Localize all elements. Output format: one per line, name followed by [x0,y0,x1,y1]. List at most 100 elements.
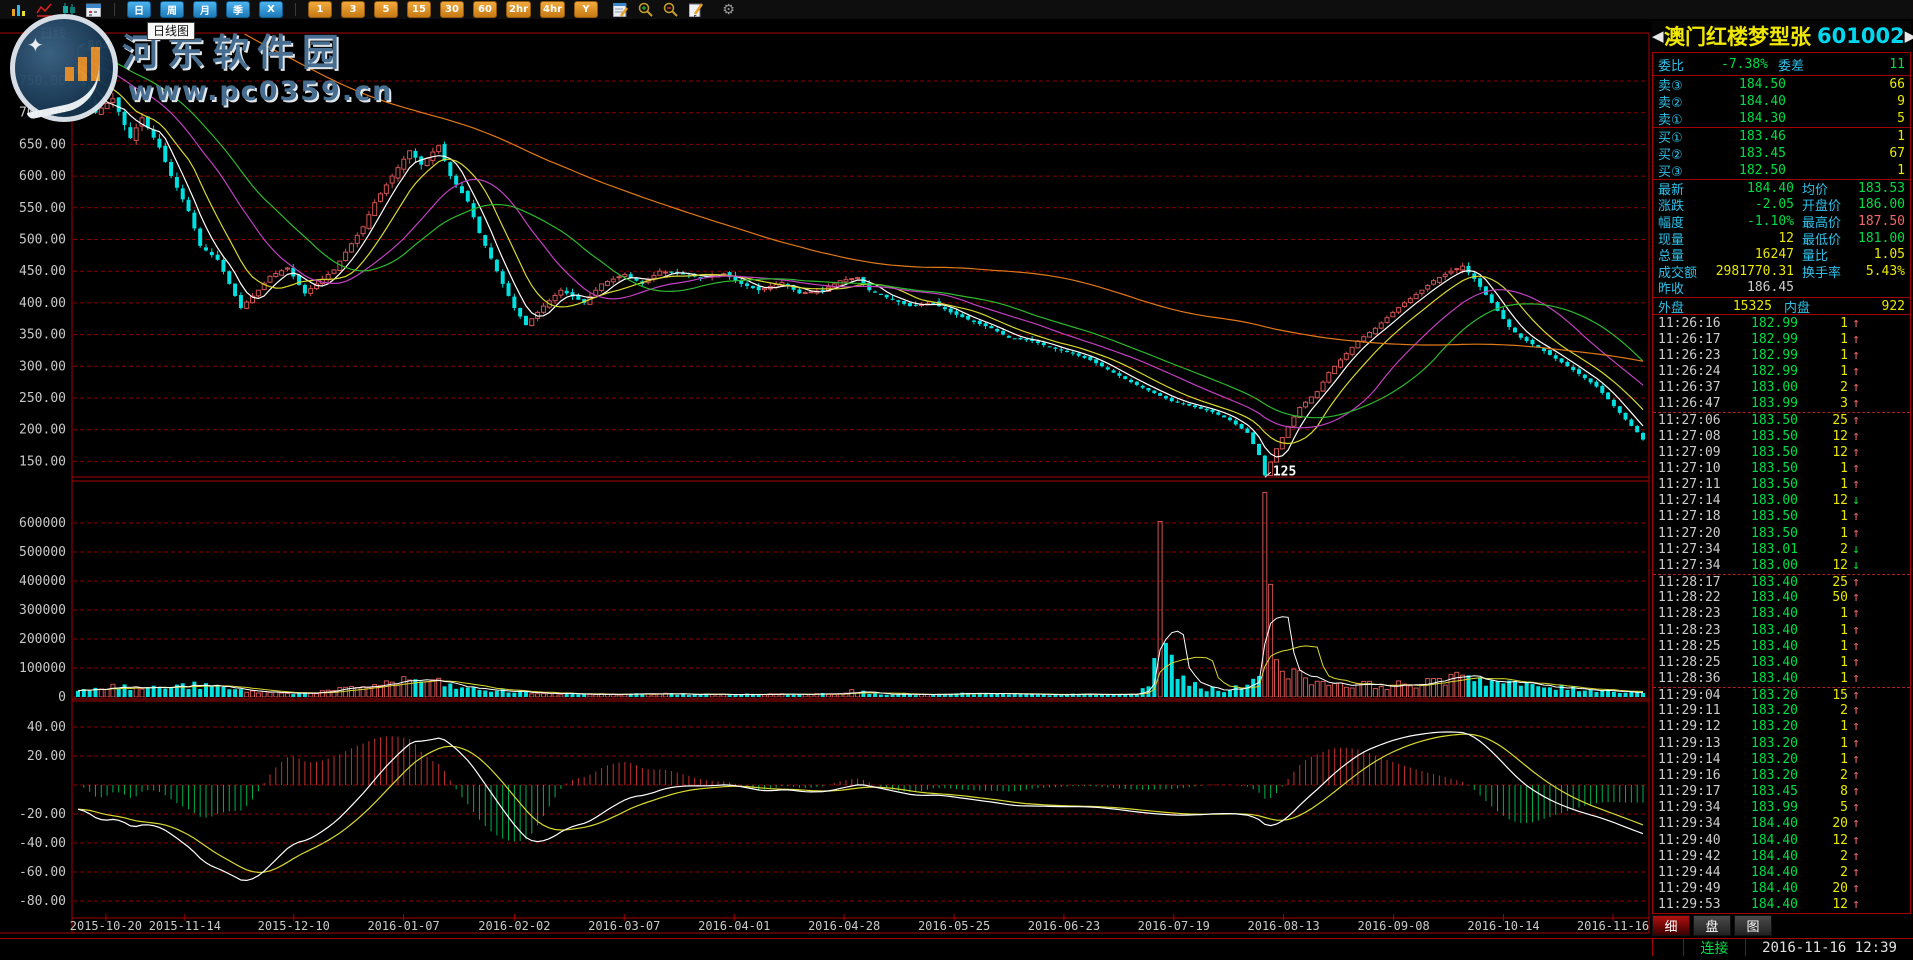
tick-row: 11:29:53184.4012↑ [1653,897,1910,913]
period-button-30[interactable]: 30 [440,1,464,18]
tick-price: 183.40 [1720,575,1798,590]
stat-row: 幅度-1.10%最高价187.50 [1653,213,1910,230]
period-button-4hr[interactable]: 4hr [540,1,565,18]
main-toolbar: 日周月季X 135 15 30 60 2hr 4hr Y ⚙ [0,0,1913,19]
ask-row-3[interactable]: 卖③184.5066 [1653,76,1910,93]
candlestick-icon[interactable] [60,2,77,17]
tick-time: 11:29:17 [1658,784,1720,799]
tick-price: 183.20 [1720,768,1798,783]
svg-text:450.00: 450.00 [19,264,66,279]
tick-volume: 1 [1798,671,1848,686]
bar-chart-icon[interactable] [10,2,27,17]
bid-price: 183.45 [1702,146,1786,161]
period-button-日[interactable]: 日 [127,1,151,18]
candles [76,47,1645,477]
toolbar-separator [295,3,296,16]
ask-row-1[interactable]: 卖①184.305 [1653,110,1910,127]
panel-tab-图[interactable]: 图 [1734,915,1772,936]
edit-icon[interactable] [687,2,704,17]
svg-text:500000: 500000 [19,545,66,560]
zoom-in-icon[interactable] [637,2,654,17]
stat-value: 2981770.31 [1708,264,1794,279]
tick-time: 11:27:18 [1658,509,1720,524]
tick-volume: 12 [1798,558,1848,573]
period-button-60[interactable]: 60 [473,1,497,18]
up-arrow-icon: ↑ [1848,526,1864,541]
tick-time: 11:26:24 [1658,364,1720,379]
status-bar: 连接 2016-11-16 12:39 [0,938,1913,956]
svg-text:2016-02-02: 2016-02-02 [478,919,550,933]
period-button-1[interactable]: 1 [308,1,332,18]
ask-row-2[interactable]: 卖②184.409 [1653,93,1910,110]
svg-text:-40.00: -40.00 [19,836,66,851]
tick-volume: 12 [1798,897,1848,912]
next-stock-arrow-icon[interactable]: ▶ [1905,27,1913,45]
up-arrow-icon: ↑ [1848,752,1864,767]
ask-price: 184.40 [1702,94,1786,109]
tick-price: 183.40 [1720,606,1798,621]
period-button-季[interactable]: 季 [226,1,250,18]
tick-row: 11:26:23182.991↑ [1653,347,1910,363]
tick-volume: 8 [1798,784,1848,799]
prev-stock-arrow-icon[interactable]: ◀ [1652,27,1664,45]
tick-time: 11:27:10 [1658,461,1720,476]
tick-time: 11:27:20 [1658,526,1720,541]
period-button-X[interactable]: X [259,1,283,18]
calendar-icon[interactable] [85,2,102,17]
tick-list[interactable]: 11:26:16182.991↑11:26:17182.991↑11:26:23… [1652,314,1911,914]
tick-volume: 1 [1798,364,1848,379]
notepad-icon[interactable] [612,2,629,17]
tooltip-daily-chart: 日线图 [147,22,195,40]
tick-price: 183.40 [1720,671,1798,686]
svg-text:2016-07-19: 2016-07-19 [1138,919,1210,933]
stat-row: 成交额2981770.31换手率5.43% [1653,263,1910,280]
tick-row: 11:28:22183.4050↑ [1653,590,1910,606]
trend-line-icon[interactable] [35,2,52,17]
period-button-15[interactable]: 15 [407,1,431,18]
tick-row: 11:27:34183.012↓ [1653,541,1910,557]
tick-price: 184.40 [1720,849,1798,864]
stat-row: 总量16247量比1.05 [1653,246,1910,263]
tick-row: 11:29:34184.4020↑ [1653,816,1910,832]
svg-text:500.00: 500.00 [19,233,66,248]
period-button-5[interactable]: 5 [374,1,398,18]
tick-time: 11:26:47 [1658,396,1720,411]
stock-name: 澳门红楼梦型张 [1664,21,1811,51]
inout-box: 外盘15325内盘922 [1652,297,1911,315]
chart-area[interactable]: 750.00700.00650.00600.00550.00500.00450.… [0,19,1650,956]
down-arrow-icon: ↓ [1848,558,1864,573]
svg-text:400000: 400000 [19,574,66,589]
tick-row: 11:26:24182.991↑ [1653,363,1910,379]
stat-value: 186.45 [1708,280,1794,295]
bid-row-2[interactable]: 买②183.4567 [1653,145,1910,162]
period-button-Y[interactable]: Y [574,1,598,18]
tick-time: 11:28:22 [1658,590,1720,605]
tick-volume: 2 [1798,768,1848,783]
tick-price: 182.99 [1720,348,1798,363]
period-button-月[interactable]: 月 [193,1,217,18]
panel-tab-细[interactable]: 细 [1652,915,1690,936]
panel-tab-盘[interactable]: 盘 [1693,915,1731,936]
svg-text:-80.00: -80.00 [19,894,66,909]
period-buttons-blue: 日周月季X [127,1,283,18]
up-arrow-icon: ↑ [1848,461,1864,476]
period-button-2hr[interactable]: 2hr [506,1,531,18]
ma-lines [78,19,1643,457]
gear-icon[interactable]: ⚙ [720,2,737,17]
zoom-out-icon[interactable] [662,2,679,17]
tick-time: 11:27:09 [1658,445,1720,460]
bid-row-1[interactable]: 买①183.461 [1653,128,1910,145]
bid-label: 买③ [1658,161,1702,180]
period-button-周[interactable]: 周 [160,1,184,18]
svg-text:2016-08-13: 2016-08-13 [1248,919,1320,933]
connection-status[interactable]: 连接 [1683,939,1745,956]
period-button-3[interactable]: 3 [341,1,365,18]
up-arrow-icon: ↑ [1848,671,1864,686]
svg-text:2016-04-01: 2016-04-01 [698,919,770,933]
kline-chart[interactable]: 750.00700.00650.00600.00550.00500.00450.… [0,19,1650,956]
svg-text:150.00: 150.00 [19,454,66,469]
tick-volume: 1 [1798,719,1848,734]
tick-volume: 12 [1798,445,1848,460]
tick-row: 11:28:17183.4025↑ [1653,574,1910,590]
bid-row-3[interactable]: 买③182.501 [1653,162,1910,179]
